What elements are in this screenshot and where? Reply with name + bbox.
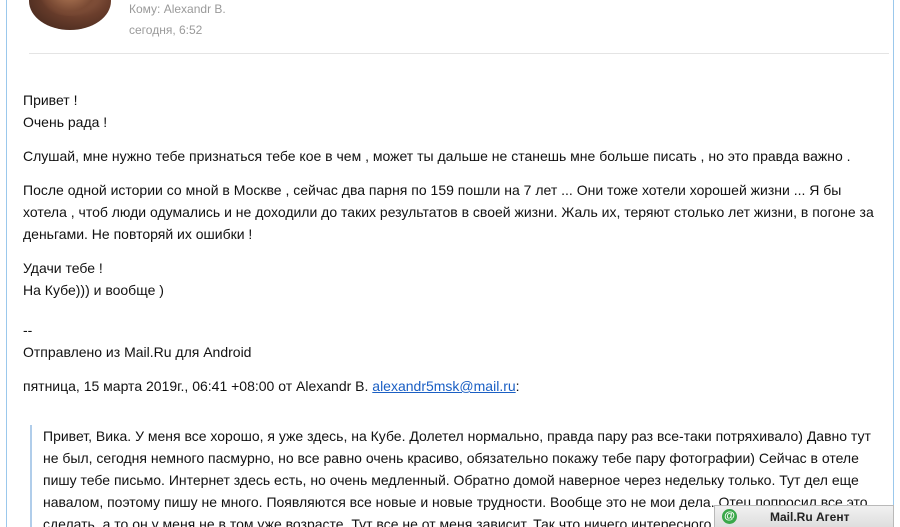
mailru-agent-bar[interactable]: @ Mail.Ru Агент <box>714 505 894 527</box>
signature-separator: -- <box>23 322 33 338</box>
reply-header: пятница, 15 марта 2019г., 06:41 +08:00 о… <box>23 375 883 397</box>
greeting-line: Привет ! <box>23 92 78 108</box>
header-divider <box>29 53 889 54</box>
closing-line: Удачи тебе ! <box>23 260 103 276</box>
reply-header-colon: : <box>515 378 520 394</box>
reply-header-text: пятница, 15 марта 2019г., 06:41 +08:00 о… <box>23 378 373 394</box>
sender-email-link[interactable]: alexandr5msk@mail.ru <box>372 378 515 394</box>
message-time: сегодня, 6:52 <box>129 23 203 37</box>
agent-label: Mail.Ru Агент <box>770 510 850 524</box>
greeting-line: Очень рада ! <box>23 114 108 130</box>
message-paragraph: Слушай, мне нужно тебе признаться тебе к… <box>23 148 851 164</box>
message-body: Привет ! Очень рада ! Слушай, мне нужно … <box>23 89 883 397</box>
signature: Отправлено из Mail.Ru для Android <box>23 344 252 360</box>
message-paragraph: После одной истории со мной в Москве , с… <box>23 182 874 242</box>
mailru-at-icon: @ <box>722 509 737 524</box>
closing-line: На Кубе))) и вообще ) <box>23 282 164 298</box>
recipient-line: Кому: Alexandr B. <box>129 2 226 16</box>
sender-avatar[interactable] <box>29 0 111 30</box>
